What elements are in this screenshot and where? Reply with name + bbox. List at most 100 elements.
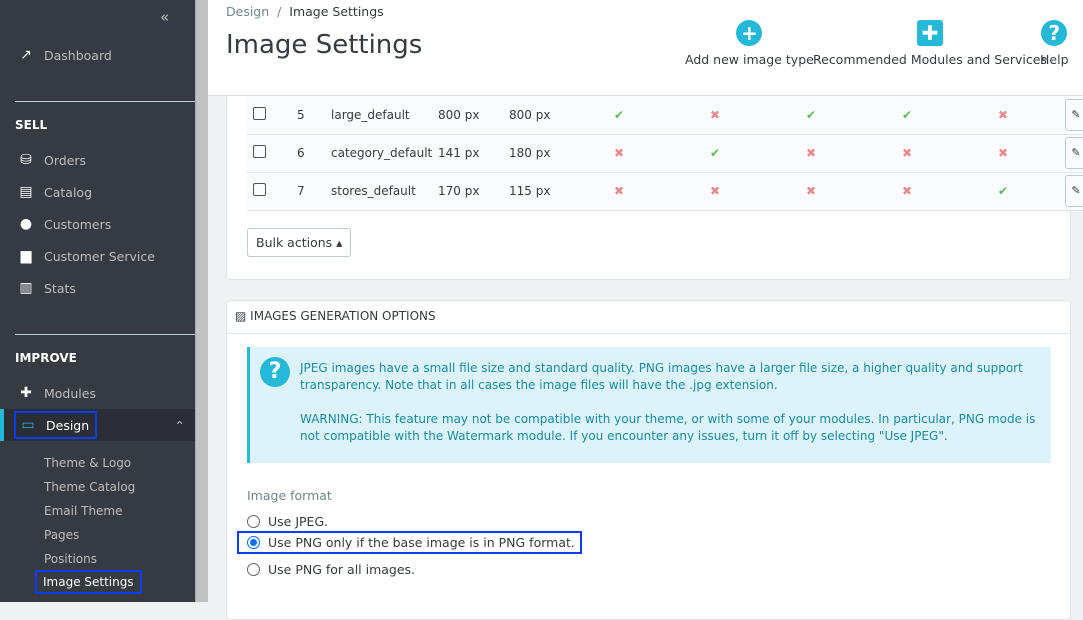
account-icon: ● xyxy=(19,216,33,232)
breadcrumb-current: Image Settings xyxy=(289,4,384,19)
collapse-sidebar-button[interactable]: « xyxy=(160,8,169,26)
label: Design xyxy=(46,417,90,433)
edit-button[interactable]: ✎ xyxy=(1065,137,1083,169)
cross-icon: ✖ xyxy=(571,134,667,173)
cross-icon: ✖ xyxy=(955,134,1051,173)
radio-use-png-all[interactable]: Use PNG for all images. xyxy=(247,560,420,579)
table-row: 5 large_default 800 px 800 px ✔ ✖ ✔ ✔ ✖ ✎ xyxy=(247,96,1083,135)
label: Customer Service xyxy=(44,248,155,264)
radio-button[interactable] xyxy=(247,515,260,528)
cross-icon: ✖ xyxy=(955,96,1051,135)
row-checkbox[interactable] xyxy=(253,145,266,158)
submenu-email-theme[interactable]: Email Theme xyxy=(44,504,123,518)
sidebar-item-orders[interactable]: ⛁ Orders xyxy=(0,144,195,176)
row-checkbox[interactable] xyxy=(253,106,266,120)
cell-name: large_default xyxy=(331,96,438,135)
section-sell: SELL xyxy=(15,118,48,132)
label: Orders xyxy=(44,152,87,168)
submenu-image-settings[interactable]: Image Settings xyxy=(35,570,142,594)
design-highlight: ▭ Design xyxy=(13,411,98,439)
check-icon: ✔ xyxy=(571,96,667,135)
edit-button[interactable]: ✎ xyxy=(1065,175,1083,207)
basket-icon: ⛁ xyxy=(20,152,32,168)
submenu-positions[interactable]: Positions xyxy=(44,552,97,566)
cross-icon: ✖ xyxy=(571,172,667,211)
cell-width: 141 px xyxy=(438,134,509,173)
sidebar-item-customer-service[interactable]: ▆ Customer Service xyxy=(0,240,195,272)
divider xyxy=(227,333,1070,334)
cell-height: 800 px xyxy=(509,96,571,135)
store-icon: ▤ xyxy=(19,184,33,200)
radio-button-selected[interactable] xyxy=(247,536,260,549)
check-icon: ✔ xyxy=(955,172,1051,211)
recommended-modules-button[interactable]: ✚ Recommended Modules and Services xyxy=(813,20,1047,67)
submenu-pages[interactable]: Pages xyxy=(44,528,79,542)
page-title: Image Settings xyxy=(226,30,423,60)
page-header: Design / Image Settings Image Settings +… xyxy=(208,0,1083,96)
sidebar-item-design[interactable]: ▭ Design ⌃ xyxy=(0,409,195,441)
label: Use PNG only if the base image is in PNG… xyxy=(268,535,575,550)
card-header: ▨ IMAGES GENERATION OPTIONS xyxy=(235,309,436,323)
image-format-label: Image format xyxy=(247,488,332,503)
info-alert: ? JPEG images have a small file size and… xyxy=(247,347,1051,463)
image-types-table: 5 large_default 800 px 800 px ✔ ✖ ✔ ✔ ✖ ✎ 6 ca… xyxy=(247,96,1083,211)
cross-icon: ✖ xyxy=(859,134,955,173)
sidebar-item-stats[interactable]: ▥ Stats xyxy=(0,272,195,304)
chart-icon: ▥ xyxy=(19,280,33,296)
breadcrumb-design[interactable]: Design xyxy=(226,4,269,19)
cross-icon: ✖ xyxy=(667,172,763,211)
label: Catalog xyxy=(44,184,93,200)
warning-text: WARNING: This feature may not be compati… xyxy=(300,412,1036,443)
help-button[interactable]: ? Help xyxy=(1040,20,1069,67)
radio-button[interactable] xyxy=(247,563,260,576)
check-icon: ✔ xyxy=(859,96,955,135)
cross-icon: ✖ xyxy=(763,134,859,173)
edit-button[interactable]: ✎ xyxy=(1065,98,1083,131)
card-title: IMAGES GENERATION OPTIONS xyxy=(250,309,436,323)
add-image-type-button[interactable]: + Add new image type xyxy=(685,20,814,67)
sidebar-item-catalog[interactable]: ▤ Catalog xyxy=(0,176,195,208)
sidebar-item-customers[interactable]: ● Customers xyxy=(0,208,195,240)
breadcrumb: Design / Image Settings xyxy=(226,4,384,19)
trend-icon: ↗ xyxy=(20,47,32,63)
label: Recommended Modules and Services xyxy=(813,52,1047,67)
divider xyxy=(15,101,195,102)
generation-options-card: ▨ IMAGES GENERATION OPTIONS ? JPEG image… xyxy=(226,300,1071,620)
label: Dashboard xyxy=(44,47,112,63)
radio-use-jpeg[interactable]: Use JPEG. xyxy=(247,512,333,531)
cell-width: 800 px xyxy=(438,96,509,135)
sidebar-item-dashboard[interactable]: ↗ Dashboard xyxy=(0,39,195,71)
row-checkbox[interactable] xyxy=(253,183,266,196)
help-icon: ? xyxy=(1041,20,1068,46)
sidebar: « ↗ Dashboard SELL ⛁ Orders ▤ Catalog ● Cust… xyxy=(0,0,195,602)
sidebar-item-modules[interactable]: ✚ Modules xyxy=(0,377,195,409)
cell-height: 180 px xyxy=(509,134,571,173)
submenu-theme-catalog[interactable]: Theme Catalog xyxy=(44,480,135,494)
submenu-theme-logo[interactable]: Theme & Logo xyxy=(44,456,131,470)
plus-circle-icon: + xyxy=(736,20,763,46)
check-icon: ✔ xyxy=(667,134,763,173)
cross-icon: ✖ xyxy=(763,172,859,211)
table-row: 7 stores_default 170 px 115 px ✖ ✖ ✖ ✖ ✔ ✎ xyxy=(247,172,1083,211)
label: Add new image type xyxy=(685,52,814,67)
table-row: 6 category_default 141 px 180 px ✖ ✔ ✖ ✖ ✖ ✎ xyxy=(247,134,1083,173)
label: Stats xyxy=(44,280,76,296)
radio-use-png-if-png[interactable]: Use PNG only if the base image is in PNG… xyxy=(237,531,582,554)
scrollbar[interactable] xyxy=(195,0,208,602)
cell-id: 7 xyxy=(283,172,331,211)
label: Customers xyxy=(44,216,112,232)
cell-name: category_default xyxy=(331,134,438,173)
cell-id: 5 xyxy=(283,96,331,135)
label: Use JPEG. xyxy=(268,514,329,529)
image-types-card: 5 large_default 800 px 800 px ✔ ✖ ✔ ✔ ✖ ✎ 6 ca… xyxy=(226,96,1083,280)
label: Use PNG for all images. xyxy=(268,562,416,577)
cell-name: stores_default xyxy=(331,172,438,211)
divider xyxy=(15,334,195,335)
bulk-actions-button[interactable]: Bulk actions ▴ xyxy=(247,228,352,257)
cell-width: 170 px xyxy=(438,172,509,211)
desktop-icon: ▭ xyxy=(21,417,35,433)
info-text: JPEG images have a small file size and s… xyxy=(300,361,1023,392)
chevron-up-icon: ⌃ xyxy=(174,417,185,433)
puzzle-icon: ✚ xyxy=(20,385,32,401)
puzzle-icon: ✚ xyxy=(916,20,943,46)
